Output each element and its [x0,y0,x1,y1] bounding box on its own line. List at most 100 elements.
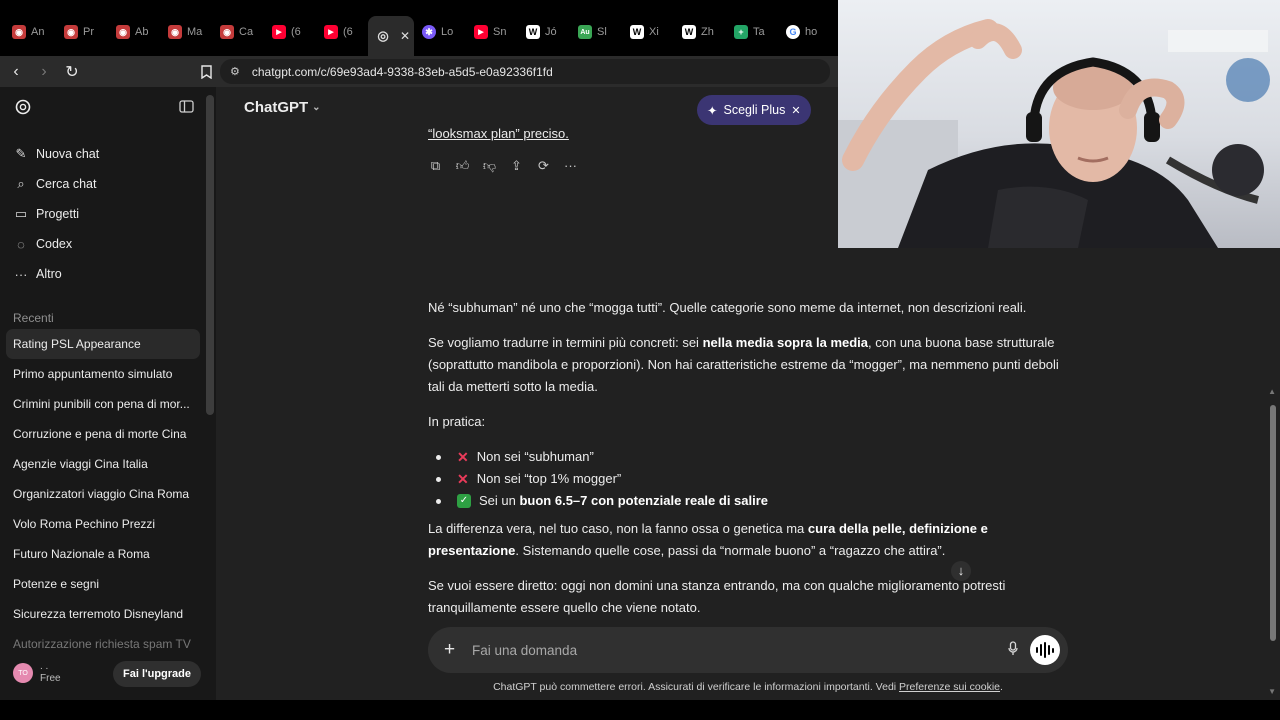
voice-mode-button[interactable] [1030,635,1060,665]
close-tab-icon[interactable]: ✕ [400,29,410,43]
choose-plus-label: Scegli Plus [723,103,786,117]
webcam-person-image [838,19,1270,248]
answer-paragraph: Se vuoi essere diretto: oggi non domini … [428,578,1006,615]
choose-plus-button[interactable]: ✦ Scegli Plus ✕ [697,95,811,125]
sidebar-nav: ✎ Nuova chat ⌕ Cerca chat ▭ Progetti ◌ Codex ···… [0,139,216,289]
forward-icon[interactable]: › [32,60,56,84]
browser-tab[interactable]: ▶ (6 [264,14,316,50]
copy-icon[interactable]: ⧉ [428,155,443,177]
browser-tab-label: Pr [83,26,94,38]
list-item: ✓ Sei un buon 6.5–7 con potenziale reale … [428,490,1068,512]
site-settings-icon[interactable]: ⚙ [230,65,240,78]
chevron-down-icon: ⌄ [312,102,321,113]
back-icon[interactable]: ‹ [4,60,28,84]
sidebar-item-label: Altro [36,267,62,281]
sparkle-icon: ✦ [707,103,718,118]
sidebar-item-cerca-chat[interactable]: ⌕ Cerca chat [0,169,216,199]
recent-chat-item[interactable]: Crimini punibili con pena di mor... [0,389,216,419]
cross-mark-icon: ✕ [457,471,469,487]
scroll-up-arrow-icon[interactable]: ▲ [1268,387,1276,396]
prompt-input[interactable] [472,642,972,658]
browser-tab-label: Sl [597,26,607,38]
cookie-preferences-link[interactable]: Preferenze sui cookie [899,681,1000,693]
regenerate-icon[interactable]: ⟳ [536,155,551,177]
browser-tab[interactable]: W Jó [518,14,570,50]
sidebar: ✎ Nuova chat ⌕ Cerca chat ▭ Progetti ◌ Codex ···… [0,87,216,700]
sidebar-item-altro[interactable]: ··· Altro [0,259,216,289]
browser-tab-label: Sn [493,26,507,38]
browser-tab[interactable]: W Zh [674,14,726,50]
assistant-message: Né “subhuman” né uno che “mogga tutti”. … [428,297,1068,632]
answer-paragraph: Se vogliamo tradurre in termini più conc… [428,335,1059,394]
recent-chat-item[interactable]: Volo Roma Pechino Prezzi [0,509,216,539]
avatar[interactable]: TO [13,663,33,683]
recent-chat-item[interactable]: Agenzie viaggi Cina Italia [0,449,216,479]
sidebar-item-label: Codex [36,237,73,251]
model-selector[interactable]: ChatGPT ⌄ [244,99,321,116]
close-icon[interactable]: ✕ [791,104,800,117]
app-icon: Au [578,25,592,39]
thumbs-down-icon[interactable]: 👎︎ [482,155,497,177]
sidebar-item-nuova-chat[interactable]: ✎ Nuova chat [0,139,216,169]
browser-tab[interactable]: ▶ (6 [316,14,368,50]
address-bar[interactable]: ⚙ chatgpt.com/c/69e93ad4-9338-83eb-a5d5-… [220,59,830,84]
recent-chat-item[interactable]: Organizzatori viaggio Cina Roma [0,479,216,509]
browser-tab[interactable]: ◉ Ab [108,14,160,50]
openai-logo-icon[interactable] [14,98,32,121]
browser-tab[interactable]: W Xi [622,14,674,50]
reload-icon[interactable]: ↻ [60,60,84,84]
slack-icon: ✱ [422,25,436,39]
thumbs-up-icon[interactable]: 👍︎ [455,155,470,177]
browser-tab-label: (6 [343,26,353,38]
youtube-icon: ▶ [474,25,488,39]
browser-tab[interactable]: ◉ Ca [212,14,264,50]
recent-chat-item[interactable]: Sicurezza terremoto Disneyland [0,599,216,629]
toggle-sidebar-icon[interactable] [179,100,194,118]
sidebar-item-progetti[interactable]: ▭ Progetti [0,199,216,229]
browser-tab-label: Lo [441,26,454,38]
scroll-down-icon[interactable]: ↓ [951,561,971,581]
browser-tab[interactable]: ✱ Lo [414,14,466,50]
recent-chat-item[interactable]: Primo appuntamento simulato [0,359,216,389]
browser-tab[interactable]: ◉ Ma [160,14,212,50]
main-scrollbar[interactable] [1270,405,1276,641]
sheets-icon: + [734,25,748,39]
recent-chat-item[interactable]: Rating PSL Appearance [6,329,200,359]
url-text: chatgpt.com/c/69e93ad4-9338-83eb-a5d5-e0… [251,64,553,79]
browser-tab[interactable]: Gho [778,14,830,50]
browser-tab[interactable]: ◉ Pr [56,14,108,50]
webcam-overlay [838,0,1280,248]
browser-tab[interactable]: ▶ Sn [466,14,518,50]
recents-label: Recenti [13,311,54,325]
microphone-icon[interactable] [1008,641,1018,659]
wikipedia-icon: W [526,25,540,39]
recent-chat-item[interactable]: Potenze e segni [0,569,216,599]
bookmark-icon[interactable] [194,60,218,84]
recent-chat-item[interactable]: Futuro Nazionale a Roma [0,539,216,569]
netflix-icon: ◉ [168,25,182,39]
account-plan: Free [40,673,61,684]
browser-toolbar: ‹ › ↻ ⚙ chatgpt.com/c/69e93ad4-9338-83eb… [0,56,838,87]
composer: + [428,627,1068,673]
browser-tab[interactable]: + Ta [726,14,778,50]
upgrade-button[interactable]: Fai l'upgrade [113,661,202,687]
browser-tab[interactable]: ◉ An [4,14,56,50]
browser-tab[interactable]: Au Sl [570,14,622,50]
more-icon[interactable]: ··· [563,155,578,177]
browser-tab-label: ho [805,26,818,38]
folder-icon: ▭ [14,206,28,221]
browser-tab[interactable]: ◎ ✕ [368,16,414,56]
browser-tab-label: Ab [135,26,149,38]
plus-icon[interactable]: + [444,639,460,661]
scroll-down-arrow-icon[interactable]: ▼ [1268,687,1276,696]
list-item: ✕ Non sei “subhuman” [428,446,1068,468]
sidebar-scrollbar[interactable] [206,95,214,415]
share-icon[interactable]: ⇪ [509,155,524,177]
sidebar-item-codex[interactable]: ◌ Codex [0,229,216,259]
account-footer[interactable]: TO . . Free Fai l'upgrade [0,646,216,700]
sidebar-item-label: Progetti [36,207,80,221]
disclaimer: ChatGPT può commettere errori. Assicurat… [493,681,1003,693]
youtube-icon: ▶ [324,25,338,39]
recent-chat-item[interactable]: Corruzione e pena di morte Cina [0,419,216,449]
netflix-icon: ◉ [64,25,78,39]
